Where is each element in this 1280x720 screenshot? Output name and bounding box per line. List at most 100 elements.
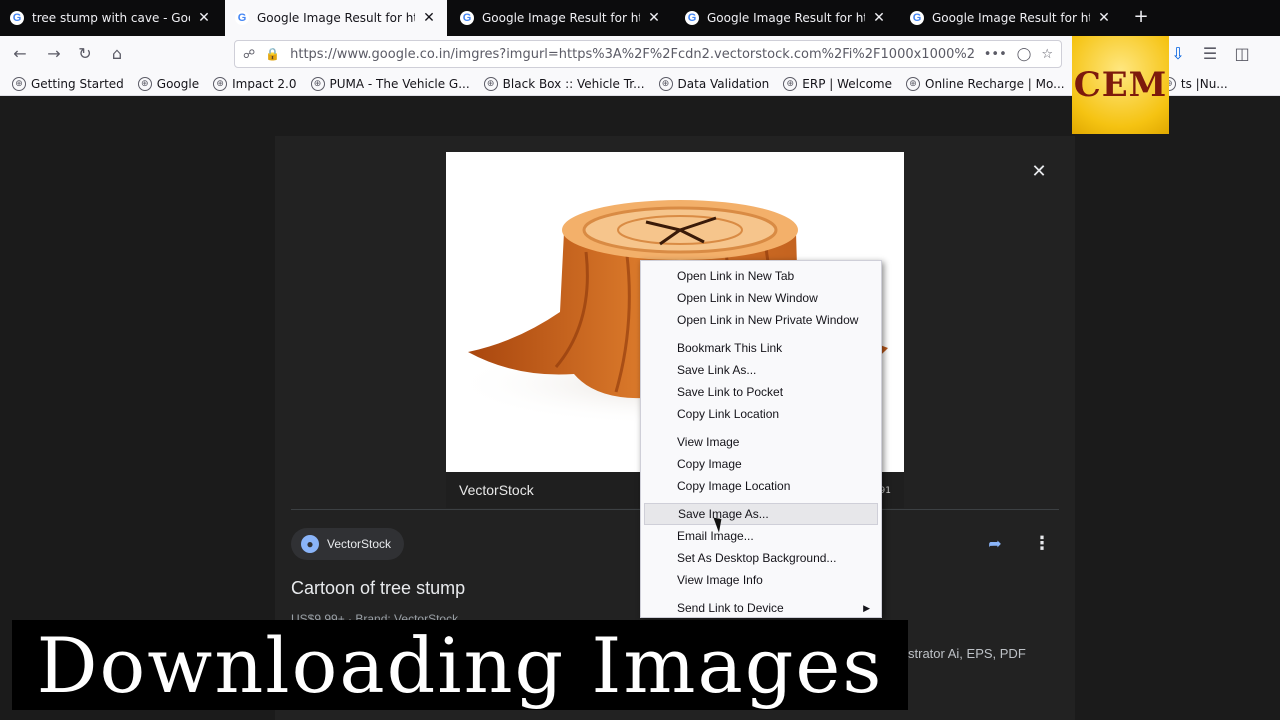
- downloads-icon[interactable]: ⇩: [1166, 42, 1190, 66]
- submenu-arrow-icon: ▶: [863, 603, 870, 613]
- menu-item[interactable]: Open Link in New Window: [644, 287, 878, 309]
- menu-item[interactable]: Copy Link Location: [644, 403, 878, 425]
- menu-item[interactable]: Open Link in New Private Window: [644, 309, 878, 331]
- menu-item[interactable]: Save Link to Pocket: [644, 381, 878, 403]
- menu-item[interactable]: Bookmark This Link: [644, 337, 878, 359]
- bookmark-item[interactable]: ⊕ Online Recharge | Mo...: [906, 76, 1065, 91]
- google-favicon-icon: G: [910, 11, 924, 25]
- share-icon[interactable]: ➦: [983, 532, 1007, 556]
- bookmark-label: PUMA - The Vehicle G...: [329, 76, 470, 91]
- bookmark-item[interactable]: ⊕ PUMA - The Vehicle G...: [310, 76, 470, 91]
- url-text[interactable]: https://www.google.co.in/imgres?imgurl=h…: [290, 47, 974, 62]
- back-arrow-icon[interactable]: ←: [8, 42, 32, 66]
- tab-close-icon[interactable]: ✕: [646, 10, 662, 26]
- tab-3[interactable]: G Google Image Result for https:/ ✕: [450, 0, 672, 36]
- home-icon[interactable]: ⌂: [105, 42, 129, 66]
- menu-item[interactable]: Open Link in New Tab: [644, 265, 878, 287]
- pocket-icon[interactable]: ◯: [1017, 47, 1032, 62]
- tab-1[interactable]: Gtree stump with cave - Google ✕: [0, 0, 222, 36]
- tab-5[interactable]: G Google Image Result for https:/ ✕: [900, 0, 1122, 36]
- google-favicon-icon: G: [10, 11, 24, 25]
- image-description: strator Ai, EPS, PDF: [908, 646, 1026, 661]
- tab-title: Google Image Result for https:/: [707, 11, 865, 25]
- menu-item-label: Send Link to Device: [677, 601, 784, 615]
- menu-item[interactable]: View Image: [644, 431, 878, 453]
- menu-item-label: View Image: [677, 435, 740, 449]
- source-name: VectorStock: [327, 537, 392, 551]
- bookmark-star-icon[interactable]: ☆: [1041, 47, 1053, 62]
- page-actions-icon[interactable]: •••: [984, 47, 1007, 62]
- menu-item-label: Email Image...: [677, 529, 754, 543]
- globe-icon: ⊕: [213, 76, 228, 91]
- cem-logo: CEM: [1072, 36, 1169, 134]
- menu-item-label: Save Link to Pocket: [677, 385, 784, 399]
- forward-arrow-icon[interactable]: →: [42, 42, 66, 66]
- vectorstock-watermark: VectorStock: [459, 482, 534, 498]
- menu-item[interactable]: Save Link As...: [644, 359, 878, 381]
- bookmark-item[interactable]: ⊕ Getting Started: [12, 76, 124, 91]
- menu-item[interactable]: Email Image...: [644, 525, 878, 547]
- google-favicon-icon: G: [460, 11, 474, 25]
- tab-strip: Gtree stump with cave - Google ✕ G Google I…: [0, 0, 1280, 36]
- menu-item[interactable]: Set As Desktop Background...: [644, 547, 878, 569]
- bookmark-label: Google: [156, 76, 200, 91]
- globe-icon: ⊕: [12, 76, 26, 91]
- bookmark-label: ERP | Welcome: [802, 76, 892, 91]
- menu-item-label: Save Image As...: [678, 507, 769, 521]
- close-icon[interactable]: ✕: [1027, 160, 1051, 184]
- menu-item[interactable]: Copy Image: [644, 453, 878, 475]
- lock-icon[interactable]: 🔒: [265, 47, 280, 61]
- menu-item-label: View Image Info: [677, 573, 763, 587]
- bookmark-label: Online Recharge | Mo...: [925, 76, 1065, 91]
- tab-close-icon[interactable]: ✕: [871, 10, 887, 26]
- menu-item[interactable]: View Image Info: [644, 569, 878, 591]
- tab-4[interactable]: G Google Image Result for https:/ ✕: [675, 0, 897, 36]
- menu-item[interactable]: Send Link to Device ▶: [644, 597, 878, 619]
- globe-icon: ⊕: [783, 76, 798, 91]
- tab-close-icon[interactable]: ✕: [1096, 10, 1112, 26]
- tab-title: tree stump with cave - Google: [32, 11, 190, 25]
- reload-icon[interactable]: ↻: [73, 42, 97, 66]
- google-icon: ⊕: [137, 76, 152, 91]
- tab-close-icon[interactable]: ✕: [421, 10, 437, 26]
- menu-item-label: Copy Image Location: [677, 479, 791, 493]
- tab-title: Google Image Result for https:/: [932, 11, 1090, 25]
- google-favicon-icon: G: [685, 11, 699, 25]
- menu-item-label: Copy Image: [677, 457, 742, 471]
- menu-item-label: Save Link As...: [677, 363, 757, 377]
- globe-icon: ⊕: [310, 76, 325, 91]
- bookmark-item[interactable]: ⊕ Data Validation: [658, 76, 770, 91]
- library-icon[interactable]: ☰: [1198, 42, 1222, 66]
- bookmark-item[interactable]: ⊕ Google: [137, 76, 200, 91]
- tab-close-icon[interactable]: ✕: [196, 10, 212, 26]
- bookmark-item[interactable]: ⊕ Black Box :: Vehicle Tr...: [483, 76, 645, 91]
- globe-icon: ⊕: [483, 76, 498, 91]
- more-options-icon[interactable]: ⋮: [1030, 532, 1054, 556]
- caption-overlay: Downloading Images: [12, 620, 908, 710]
- url-bar[interactable]: ☍ 🔒 https://www.google.co.in/imgres?imgu…: [234, 40, 1062, 68]
- menu-item[interactable]: Save Image As...: [644, 503, 878, 525]
- tab-title: Google Image Result for https:/: [482, 11, 640, 25]
- menu-item-label: Set As Desktop Background...: [677, 551, 837, 565]
- menu-item-label: Copy Link Location: [677, 407, 780, 421]
- new-tab-icon[interactable]: +: [1130, 6, 1152, 28]
- globe-icon: ⊕: [906, 76, 920, 91]
- sidebar-icon[interactable]: ◫: [1230, 42, 1254, 66]
- tab-title: Google Image Result for https:/: [257, 11, 415, 25]
- bookmark-label: Data Validation: [677, 76, 770, 91]
- bookmark-label: Getting Started: [31, 76, 124, 91]
- menu-item-label: Open Link in New Private Window: [677, 313, 859, 327]
- bookmark-label: Impact 2.0: [232, 76, 297, 91]
- menu-item-label: Open Link in New Tab: [677, 269, 795, 283]
- tab-2[interactable]: G Google Image Result for https:/ ✕: [225, 0, 447, 36]
- bookmark-item[interactable]: ⊕ Impact 2.0: [213, 76, 297, 91]
- globe-icon: ●: [301, 535, 319, 553]
- source-chip[interactable]: ● VectorStock: [291, 528, 404, 560]
- image-title[interactable]: Cartoon of tree stump: [291, 578, 465, 599]
- menu-item[interactable]: Copy Image Location: [644, 475, 878, 497]
- caption-text: Downloading Images: [36, 620, 884, 710]
- bookmark-item[interactable]: ⊕ ERP | Welcome: [783, 76, 892, 91]
- menu-item-label: Open Link in New Window: [677, 291, 818, 305]
- bookmark-item[interactable]: ⊕ts |Nu...: [1161, 76, 1228, 91]
- shield-icon[interactable]: ☍: [243, 47, 255, 61]
